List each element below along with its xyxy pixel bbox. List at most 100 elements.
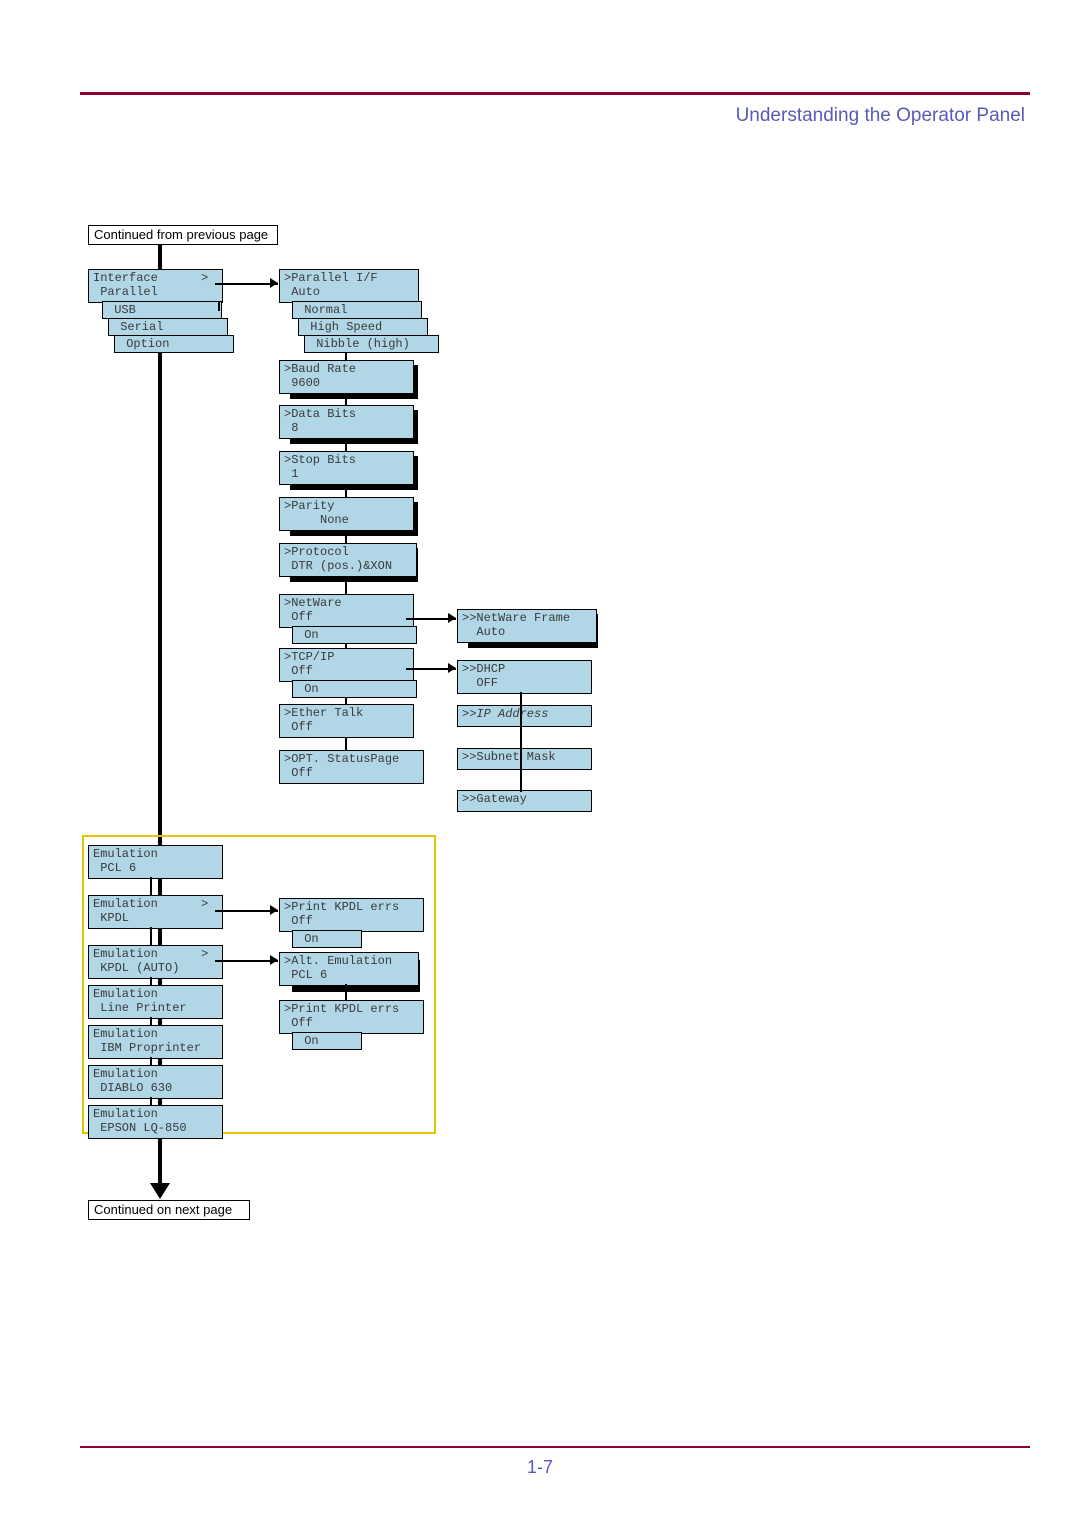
arrow-r-icon bbox=[270, 278, 278, 288]
t: None bbox=[284, 513, 349, 527]
emu-ibm: Emulation IBM Proprinter bbox=[88, 1025, 223, 1059]
t: >Protocol bbox=[284, 545, 349, 559]
emu-epson: Emulation EPSON LQ-850 bbox=[88, 1105, 223, 1139]
dhcp-box: >>DHCP OFF bbox=[457, 660, 592, 694]
t: >Print KPDL errs bbox=[284, 1002, 399, 1016]
t: >Parity bbox=[284, 499, 334, 513]
hline bbox=[215, 960, 278, 962]
vline bbox=[150, 1017, 152, 1025]
t: Interface > bbox=[93, 271, 208, 285]
netware-on: On bbox=[292, 626, 417, 644]
kpdlerr1: >Print KPDL errs Off bbox=[279, 898, 424, 932]
ether-box: >Ether Talk Off bbox=[279, 704, 414, 738]
arrow-r-icon bbox=[270, 905, 278, 915]
t: Emulation bbox=[93, 1107, 158, 1121]
t: Emulation bbox=[93, 1067, 158, 1081]
serial-box: Serial bbox=[108, 318, 228, 336]
t: IBM Proprinter bbox=[93, 1041, 201, 1055]
top-rule bbox=[80, 92, 1030, 95]
parallelif-box: >Parallel I/F Auto bbox=[279, 269, 419, 303]
kpdlerr2: >Print KPDL errs Off bbox=[279, 1000, 424, 1034]
t: PCL 6 bbox=[93, 861, 136, 875]
t: KPDL (AUTO) bbox=[93, 961, 179, 975]
t: DIABLO 630 bbox=[93, 1081, 172, 1095]
page: Understanding the Operator Panel Continu… bbox=[0, 0, 1080, 1528]
vline-col3 bbox=[520, 692, 522, 792]
baud-box: >Baud Rate 9600 bbox=[279, 360, 414, 394]
t: OFF bbox=[462, 676, 498, 690]
arrow-r-icon bbox=[448, 663, 456, 673]
t: >Print KPDL errs bbox=[284, 900, 399, 914]
protocol-box: >Protocol DTR (pos.)&XON bbox=[279, 543, 417, 577]
stopbits-box: >Stop Bits 1 bbox=[279, 451, 414, 485]
t: DTR (pos.)&XON bbox=[284, 559, 392, 573]
t: Off bbox=[284, 610, 313, 624]
t: Off bbox=[284, 766, 313, 780]
altemu: >Alt. Emulation PCL 6 bbox=[279, 952, 419, 986]
t: Off bbox=[284, 664, 313, 678]
t: >>NetWare Frame bbox=[462, 611, 570, 625]
page-number: 1-7 bbox=[0, 1457, 1080, 1478]
opt-box: >OPT. StatusPage Off bbox=[279, 750, 424, 784]
netware-box: >NetWare Off bbox=[279, 594, 414, 628]
vline bbox=[150, 1097, 152, 1105]
t: Emulation > bbox=[93, 947, 208, 961]
tcpip-box: >TCP/IP Off bbox=[279, 648, 414, 682]
parity-box: >Parity None bbox=[279, 497, 414, 531]
t: >Ether Talk bbox=[284, 706, 363, 720]
continued-next-box: Continued on next page bbox=[88, 1200, 250, 1220]
bottom-rule bbox=[80, 1446, 1030, 1448]
emu-diablo: Emulation DIABLO 630 bbox=[88, 1065, 223, 1099]
vline bbox=[218, 301, 220, 311]
t: >Baud Rate bbox=[284, 362, 356, 376]
emu-line: Emulation Line Printer bbox=[88, 985, 223, 1019]
subnet-box: >>Subnet Mask bbox=[457, 748, 592, 770]
t: >Alt. Emulation bbox=[284, 954, 392, 968]
t: >Data Bits bbox=[284, 407, 356, 421]
normal-box: Normal bbox=[292, 301, 422, 319]
t: Off bbox=[284, 914, 313, 928]
kpdl-on1: On bbox=[292, 930, 362, 948]
t: Emulation bbox=[93, 1027, 158, 1041]
t: >NetWare bbox=[284, 596, 342, 610]
t: >OPT. StatusPage bbox=[284, 752, 399, 766]
option-box: Option bbox=[114, 335, 234, 353]
t: Emulation bbox=[93, 987, 158, 1001]
hline bbox=[215, 910, 278, 912]
arrow-r-icon bbox=[270, 955, 278, 965]
arrow-r-icon bbox=[448, 613, 456, 623]
ipaddr-box: >>IP Address bbox=[457, 705, 592, 727]
t: >>DHCP bbox=[462, 662, 505, 676]
t: >Parallel I/F bbox=[284, 271, 378, 285]
nibble-box: Nibble (high) bbox=[304, 335, 439, 353]
t: 8 bbox=[284, 421, 298, 435]
t: >TCP/IP bbox=[284, 650, 334, 664]
t: Auto bbox=[284, 285, 320, 299]
t: Emulation bbox=[93, 847, 158, 861]
t: Parallel bbox=[93, 285, 158, 299]
interface-box: Interface > Parallel bbox=[88, 269, 223, 303]
nwframe-box: >>NetWare Frame Auto bbox=[457, 609, 597, 643]
t: Auto bbox=[462, 625, 505, 639]
hline bbox=[215, 283, 278, 285]
emu-kpdl: Emulation > KPDL bbox=[88, 895, 223, 929]
tcpip-on: On bbox=[292, 680, 417, 698]
usb-box: USB bbox=[102, 301, 222, 319]
vline bbox=[150, 927, 152, 945]
vline bbox=[150, 1057, 152, 1065]
t: Off bbox=[284, 1016, 313, 1030]
emu-pcl6: Emulation PCL 6 bbox=[88, 845, 223, 879]
arrow-down-icon bbox=[150, 1183, 170, 1199]
t: KPDL bbox=[93, 911, 129, 925]
highspeed-box: High Speed bbox=[298, 318, 428, 336]
databits-box: >Data Bits 8 bbox=[279, 405, 414, 439]
continued-prev-box: Continued from previous page bbox=[88, 225, 278, 245]
t: 9600 bbox=[284, 376, 320, 390]
gateway-box: >>Gateway bbox=[457, 790, 592, 812]
t: EPSON LQ-850 bbox=[93, 1121, 187, 1135]
t: 1 bbox=[284, 467, 298, 481]
vline bbox=[150, 977, 152, 985]
page-header: Understanding the Operator Panel bbox=[736, 105, 1025, 127]
t: Emulation > bbox=[93, 897, 208, 911]
vline bbox=[345, 984, 347, 1000]
